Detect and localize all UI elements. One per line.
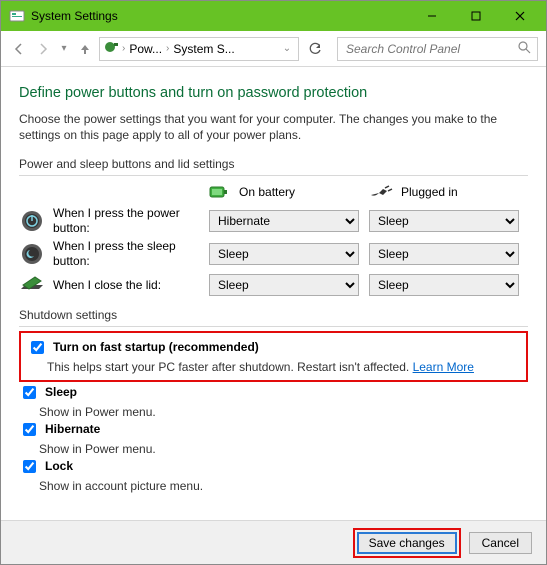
lid-battery-select[interactable]: Sleep: [209, 274, 359, 296]
hibernate-desc: Show in Power menu.: [39, 442, 528, 456]
forward-button[interactable]: [33, 39, 53, 59]
lock-checkbox[interactable]: [23, 460, 36, 473]
close-button[interactable]: [498, 2, 542, 30]
titlebar: System Settings: [1, 1, 546, 31]
hibernate-title: Hibernate: [45, 422, 100, 436]
fast-startup-highlight: Turn on fast startup (recommended) This …: [19, 331, 528, 382]
search-icon[interactable]: [518, 41, 531, 57]
window: System Settings ▾ › Pow... › System S...…: [0, 0, 547, 565]
refresh-button[interactable]: [303, 37, 327, 61]
control-panel-icon: [104, 39, 120, 58]
row-sleep-button: When I press the sleep button: Sleep Sle…: [19, 239, 528, 268]
up-button[interactable]: [75, 39, 95, 59]
footer: Save changes Cancel: [1, 520, 546, 564]
fast-startup-desc: This helps start your PC faster after sh…: [47, 360, 520, 374]
window-title: System Settings: [31, 9, 410, 23]
learn-more-link[interactable]: Learn More: [413, 360, 474, 374]
power-button-battery-select[interactable]: Hibernate: [209, 210, 359, 232]
col-on-battery-label: On battery: [239, 185, 295, 199]
sleep-button-plugged-select[interactable]: Sleep: [369, 243, 519, 265]
row-close-lid: When I close the lid: Sleep Sleep: [19, 272, 528, 298]
address-dropdown[interactable]: ⌄: [280, 43, 294, 54]
divider: [19, 175, 528, 176]
history-dropdown[interactable]: ▾: [57, 43, 71, 54]
sleep-desc: Show in Power menu.: [39, 405, 528, 419]
save-highlight: Save changes: [353, 528, 461, 558]
window-buttons: [410, 2, 542, 30]
search-box[interactable]: [337, 37, 538, 61]
save-changes-button[interactable]: Save changes: [357, 532, 457, 554]
address-bar[interactable]: › Pow... › System S... ⌄: [99, 37, 299, 61]
search-input[interactable]: [344, 41, 518, 57]
sleep-button-icon: [19, 241, 45, 267]
section-power-sleep-label: Power and sleep buttons and lid settings: [19, 157, 528, 171]
page-heading: Define power buttons and turn on passwor…: [19, 85, 528, 101]
app-icon: [9, 8, 25, 24]
breadcrumb-item[interactable]: System S...: [171, 42, 236, 56]
col-plugged-in: Plugged in: [369, 185, 519, 199]
hibernate-checkbox[interactable]: [23, 423, 36, 436]
cancel-button[interactable]: Cancel: [469, 532, 532, 554]
sleep-checkbox[interactable]: [23, 386, 36, 399]
content-area: Define power buttons and turn on passwor…: [1, 67, 546, 520]
sleep-title: Sleep: [45, 385, 77, 399]
sleep-button-battery-select[interactable]: Sleep: [209, 243, 359, 265]
power-button-plugged-select[interactable]: Sleep: [369, 210, 519, 232]
fast-startup-title: Turn on fast startup (recommended): [53, 340, 259, 354]
col-plugged-in-label: Plugged in: [401, 185, 458, 199]
breadcrumb-item[interactable]: Pow...: [127, 42, 164, 56]
fast-startup-checkbox[interactable]: [31, 341, 44, 354]
lock-title: Lock: [45, 459, 73, 473]
row-close-lid-label: When I close the lid:: [53, 278, 161, 292]
row-power-button-label: When I press the power button:: [53, 206, 209, 235]
battery-icon: [209, 184, 231, 200]
lid-plugged-select[interactable]: Sleep: [369, 274, 519, 296]
page-description: Choose the power settings that you want …: [19, 111, 528, 143]
row-sleep-button-label: When I press the sleep button:: [53, 239, 209, 268]
lock-desc: Show in account picture menu.: [39, 479, 528, 493]
chevron-right-icon: ›: [120, 43, 127, 54]
col-on-battery: On battery: [209, 184, 359, 200]
maximize-button[interactable]: [454, 2, 498, 30]
plug-icon: [369, 185, 393, 199]
toolbar: ▾ › Pow... › System S... ⌄: [1, 31, 546, 67]
divider: [19, 326, 528, 327]
chevron-right-icon: ›: [164, 43, 171, 54]
row-power-button: When I press the power button: Hibernate…: [19, 206, 528, 235]
lid-icon: [19, 272, 45, 298]
power-button-icon: [19, 208, 45, 234]
section-shutdown-label: Shutdown settings: [19, 308, 528, 322]
back-button[interactable]: [9, 39, 29, 59]
column-headers: On battery Plugged in: [19, 184, 528, 200]
minimize-button[interactable]: [410, 2, 454, 30]
